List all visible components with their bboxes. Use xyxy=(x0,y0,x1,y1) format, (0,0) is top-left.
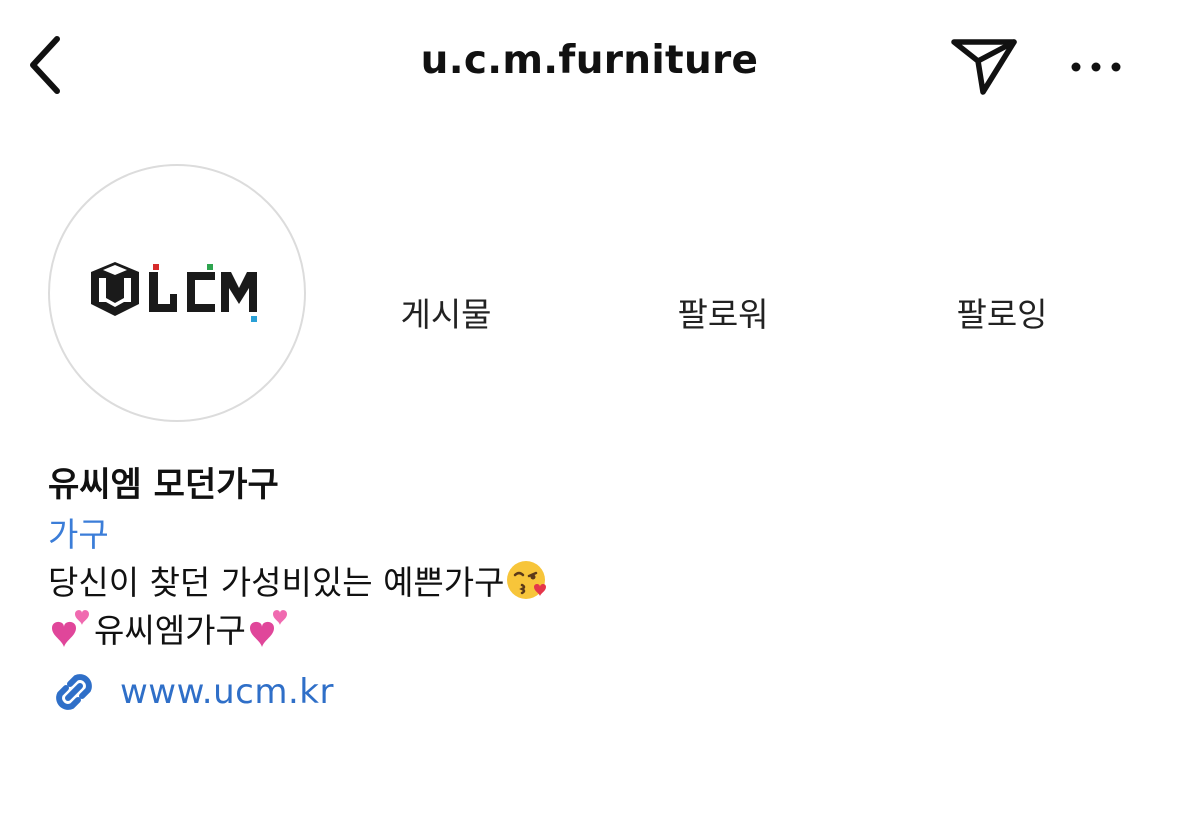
send-message-button[interactable] xyxy=(945,30,1023,102)
bio-text: 유씨엠가구 xyxy=(94,611,246,650)
stat-followers[interactable]: 팔로워 xyxy=(613,288,833,336)
two-hearts-emoji xyxy=(249,610,287,647)
profile-page: u.c.m.furniture 게시물 팔로워 팔로잉 유씨엠 모던가구 가구 … xyxy=(0,0,1179,822)
ucm-logo xyxy=(91,262,257,322)
profile-display-name: 유씨엠 모던가구 xyxy=(48,465,279,505)
paper-plane-icon xyxy=(951,39,1017,95)
stat-following[interactable]: 팔로잉 xyxy=(892,288,1112,336)
profile-avatar[interactable] xyxy=(48,164,306,422)
website-link[interactable]: www.ucm.kr xyxy=(48,664,334,720)
profile-header: u.c.m.furniture xyxy=(0,0,1179,135)
link-icon xyxy=(56,674,92,710)
website-link-text[interactable]: www.ucm.kr xyxy=(120,672,334,712)
bio-line: 당신이 찾던 가성비있는 예쁜가구 xyxy=(48,556,551,604)
more-options-button[interactable] xyxy=(1060,44,1132,90)
bio-text: 당신이 찾던 가성비있는 예쁜가구 xyxy=(48,563,505,602)
bio-line: 유씨엠가구 xyxy=(48,604,292,652)
ellipsis-horizontal-icon xyxy=(1071,62,1121,72)
profile-category: 가구 xyxy=(48,515,109,554)
two-hearts-emoji xyxy=(52,610,89,647)
stat-posts[interactable]: 게시물 xyxy=(336,288,556,336)
kissing-face-with-heart-emoji xyxy=(506,561,546,599)
